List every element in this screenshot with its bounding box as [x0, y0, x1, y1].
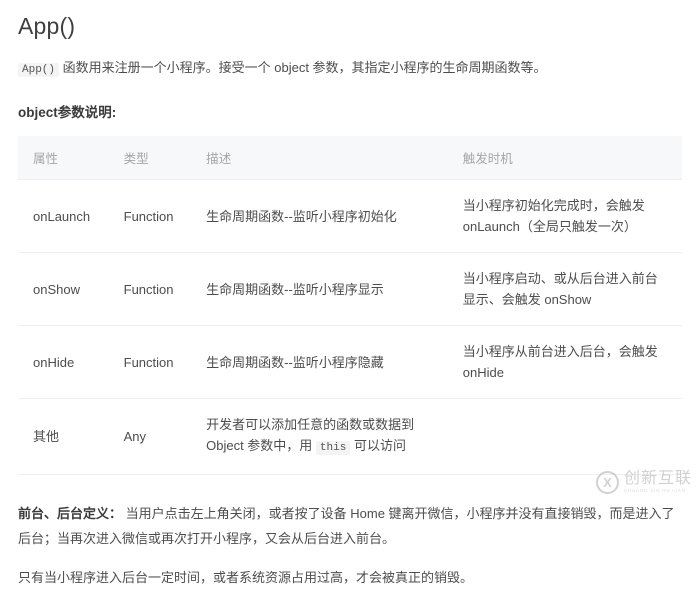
watermark-text: 创新互联 CHUANG XIN HU LIAN	[624, 471, 692, 494]
watermark-logo-icon: X	[595, 471, 619, 494]
page-title: App()	[18, 13, 76, 39]
cell-type: Any	[108, 398, 192, 475]
note-foreground-background: 前台、后台定义： 当用户点击左上角关闭，或者按了设备 Home 键离开微信，小程…	[18, 501, 682, 551]
inline-code-app: App()	[18, 63, 60, 77]
cell-trigger-line2: 显示、会触发 onShow	[462, 292, 592, 307]
cell-type: Function	[108, 325, 192, 399]
watermark-name-en: CHUANG XIN HU LIAN	[623, 488, 686, 494]
cell-attribute: 其他	[18, 398, 109, 475]
table-row: onHide Function 生命周期函数--监听小程序隐藏 当小程序从前台进…	[18, 325, 682, 399]
cell-attribute: onShow	[18, 252, 109, 326]
cell-trigger-line2: onHide	[462, 365, 504, 380]
notes-section: 前台、后台定义： 当用户点击左上角关闭，或者按了设备 Home 键离开微信，小程…	[18, 501, 682, 590]
table-row: 其他 Any 开发者可以添加任意的函数或数据到 Object 参数中，用 thi…	[18, 398, 682, 475]
column-header-attribute: 属性	[18, 136, 109, 180]
cell-type: Function	[108, 252, 192, 326]
cell-description: 生命周期函数--监听小程序显示	[191, 252, 448, 326]
table-header: 属性 类型 描述 触发时机	[18, 136, 682, 180]
cell-attribute: onLaunch	[18, 179, 109, 253]
cell-trigger-line2: onLaunch（全局只触发一次）	[462, 219, 637, 234]
note-line2: 当再次进入微信或再次打开小程序，又会从后台进入前台。	[57, 531, 396, 546]
cell-trigger: 当小程序初始化完成时，会触发 onLaunch（全局只触发一次）	[447, 179, 682, 253]
column-header-description: 描述	[191, 136, 448, 180]
cell-trigger-line1: 当小程序启动、或从后台进入前台	[462, 271, 658, 286]
note-destroy-condition: 只有当小程序进入后台一定时间，或者系统资源占用过高，才会被真正的销毁。	[18, 570, 474, 585]
inline-code-this: this	[315, 441, 351, 455]
cell-attribute: onHide	[18, 325, 109, 399]
cell-type: Function	[108, 179, 192, 253]
cell-description: 生命周期函数--监听小程序隐藏	[191, 325, 448, 399]
table-body: onLaunch Function 生命周期函数--监听小程序初始化 当小程序初…	[18, 179, 682, 475]
watermark-name-cn: 创新互联	[623, 470, 692, 488]
section-label: object参数说明:	[18, 105, 117, 120]
intro-paragraph: App() 函数用来注册一个小程序。接受一个 object 参数，其指定小程序的…	[18, 57, 682, 81]
cell-description-line2-after: 可以访问	[353, 438, 406, 453]
table-header-row: 属性 类型 描述 触发时机	[18, 136, 682, 180]
cell-description: 生命周期函数--监听小程序初始化	[191, 179, 448, 253]
column-header-trigger: 触发时机	[447, 136, 682, 180]
column-header-type: 类型	[108, 136, 192, 180]
cell-trigger-line1: 当小程序从前台进入后台，会触发	[462, 344, 658, 359]
cell-description: 开发者可以添加任意的函数或数据到 Object 参数中，用 this 可以访问	[191, 398, 448, 475]
cell-description-line1: 开发者可以添加任意的函数或数据到	[206, 417, 415, 432]
cell-trigger	[447, 398, 682, 475]
note-bold-label: 前台、后台定义：	[18, 506, 123, 521]
cell-description-line2-before: Object 参数中，用	[206, 438, 313, 453]
cell-trigger-line1: 当小程序初始化完成时，会触发	[462, 198, 645, 213]
watermark: X 创新互联 CHUANG XIN HU LIAN	[595, 471, 692, 494]
cell-trigger: 当小程序从前台进入后台，会触发 onHide	[447, 325, 682, 399]
intro-text: 函数用来注册一个小程序。接受一个 object 参数，其指定小程序的生命周期函数…	[62, 60, 547, 75]
cell-trigger: 当小程序启动、或从后台进入前台 显示、会触发 onShow	[447, 252, 682, 326]
table-row: onLaunch Function 生命周期函数--监听小程序初始化 当小程序初…	[18, 179, 682, 253]
table-row: onShow Function 生命周期函数--监听小程序显示 当小程序启动、或…	[18, 252, 682, 326]
cell-description-line2: Object 参数中，用 this 可以访问	[206, 435, 442, 459]
object-params-table: 属性 类型 描述 触发时机 onLaunch Function 生命周期函数--…	[18, 136, 682, 475]
